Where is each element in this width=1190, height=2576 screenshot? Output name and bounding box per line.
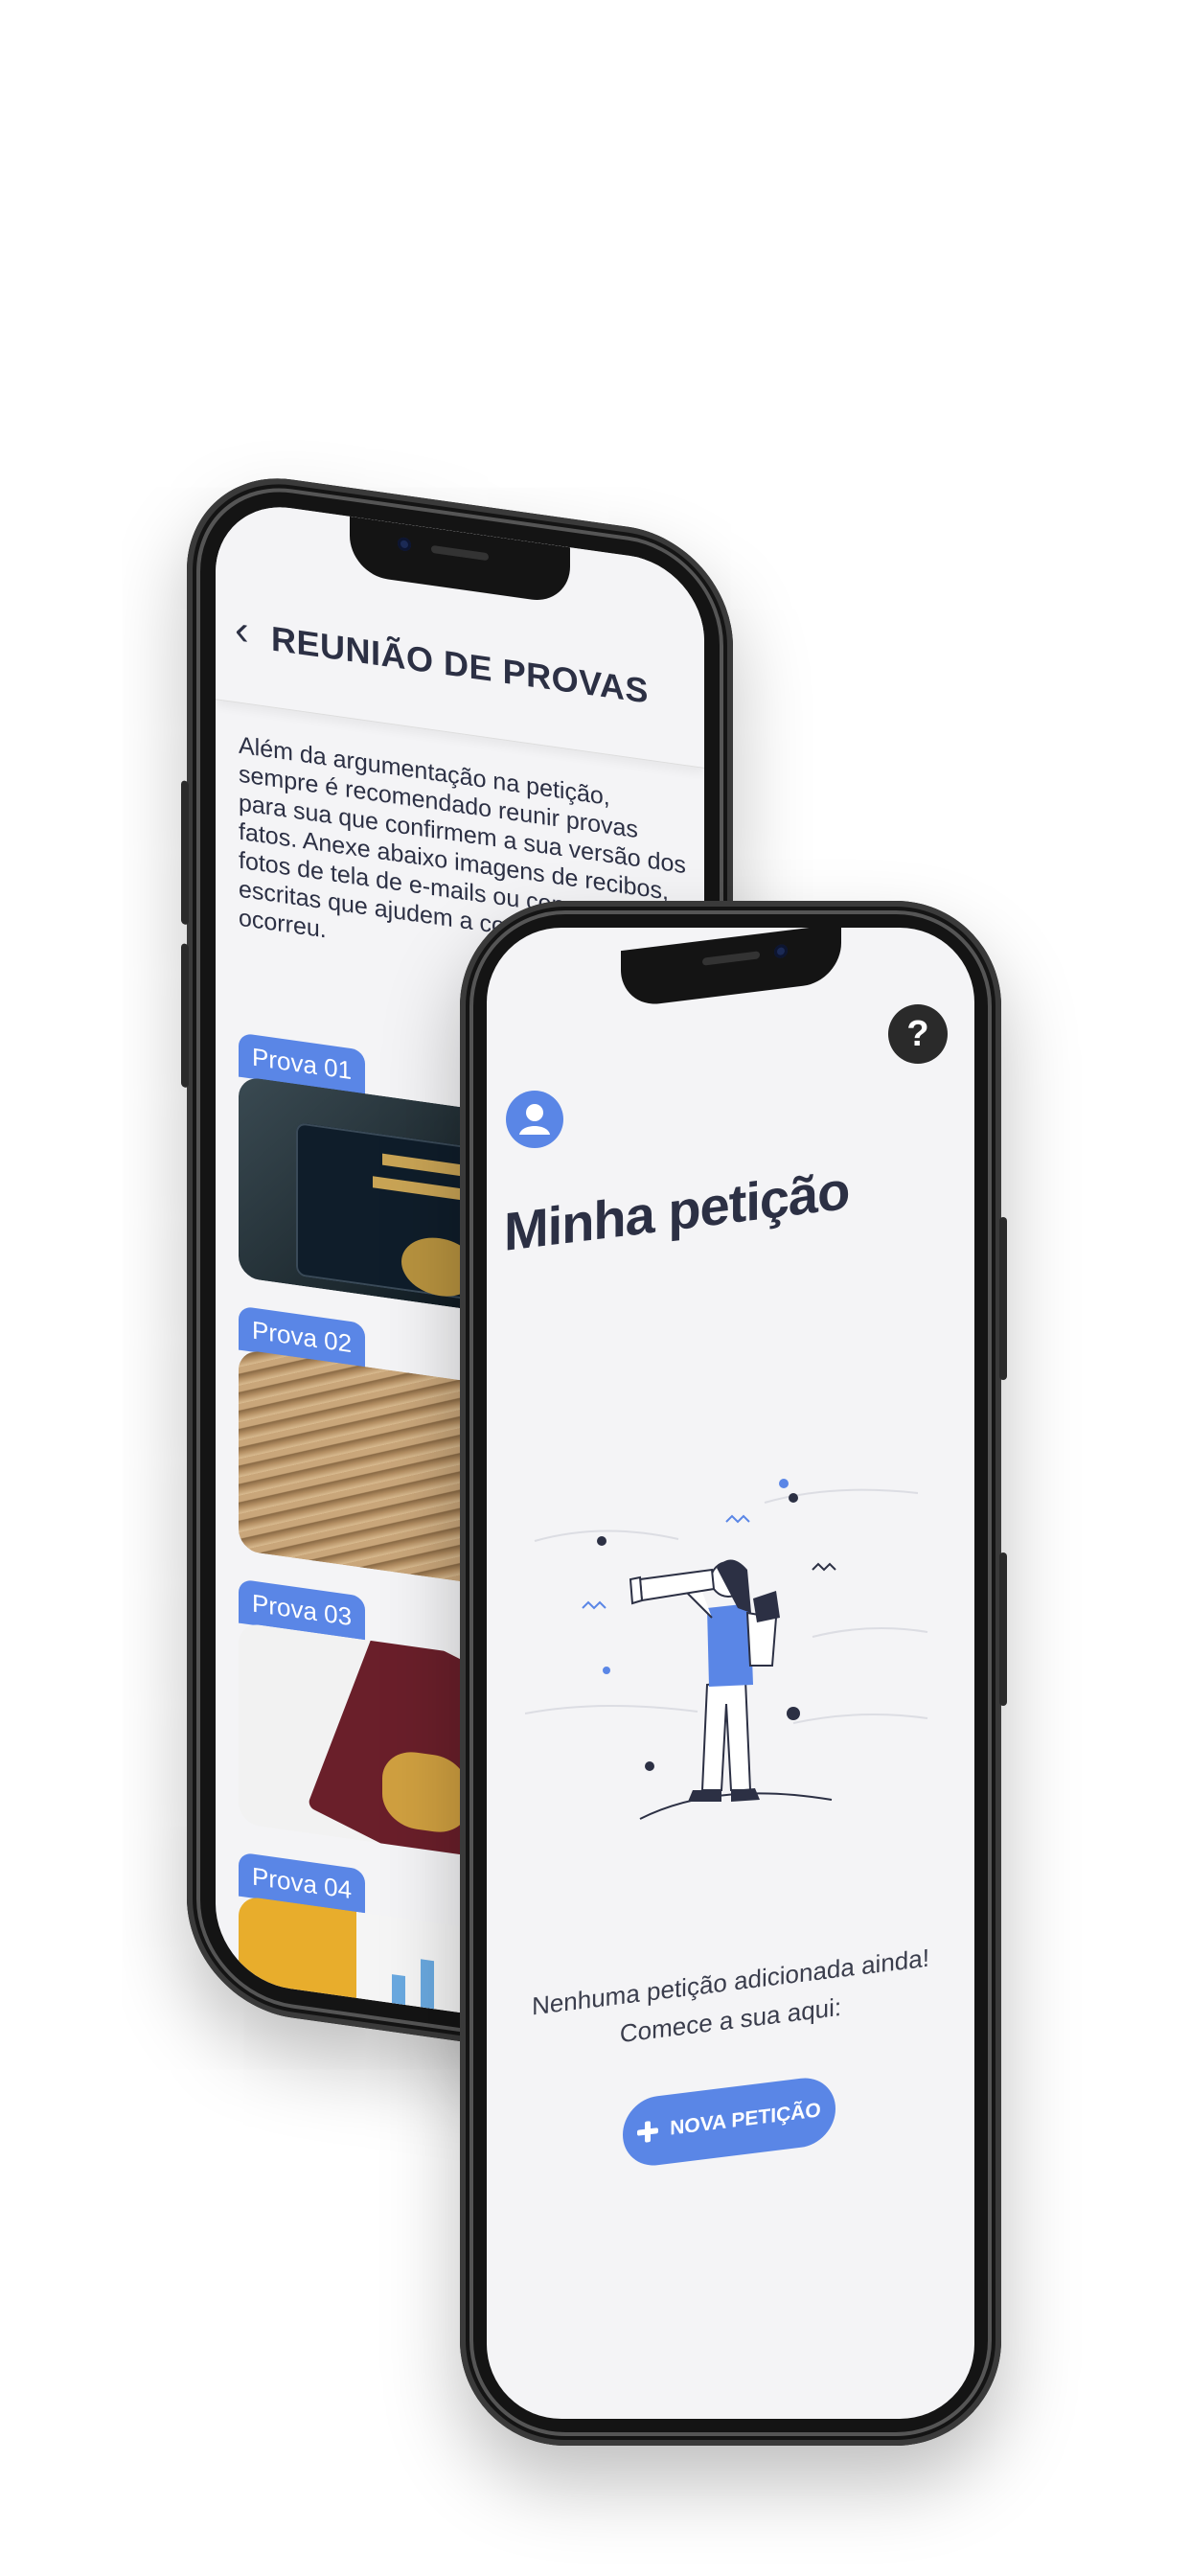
new-petition-label: NOVA PETIÇÃO xyxy=(670,2099,821,2140)
plus-icon xyxy=(637,2121,659,2143)
side-button xyxy=(999,1552,1007,1706)
phone-notch xyxy=(620,928,841,1009)
side-button xyxy=(181,780,189,926)
speaker xyxy=(431,544,489,562)
side-button xyxy=(999,1217,1007,1380)
explorer-illustration xyxy=(525,1479,928,1820)
new-petition-button[interactable]: NOVA PETIÇÃO xyxy=(623,2074,835,2170)
page-title: Minha petição xyxy=(504,1159,850,1262)
empty-state-message: Nenhuma petição adicionada ainda! Comece… xyxy=(487,1933,974,2069)
front-phone-mockup: ? Minha petição Nenhuma petição adiciona… xyxy=(460,901,1007,2446)
profile-icon[interactable] xyxy=(506,1091,563,1148)
side-button xyxy=(181,943,189,1089)
help-button[interactable]: ? xyxy=(888,1004,948,1064)
speaker xyxy=(701,951,760,966)
front-phone-screen: ? Minha petição Nenhuma petição adiciona… xyxy=(487,928,974,2419)
camera xyxy=(398,536,411,552)
page-title: REUNIÃO DE PROVAS xyxy=(271,618,649,711)
camera xyxy=(773,943,788,959)
